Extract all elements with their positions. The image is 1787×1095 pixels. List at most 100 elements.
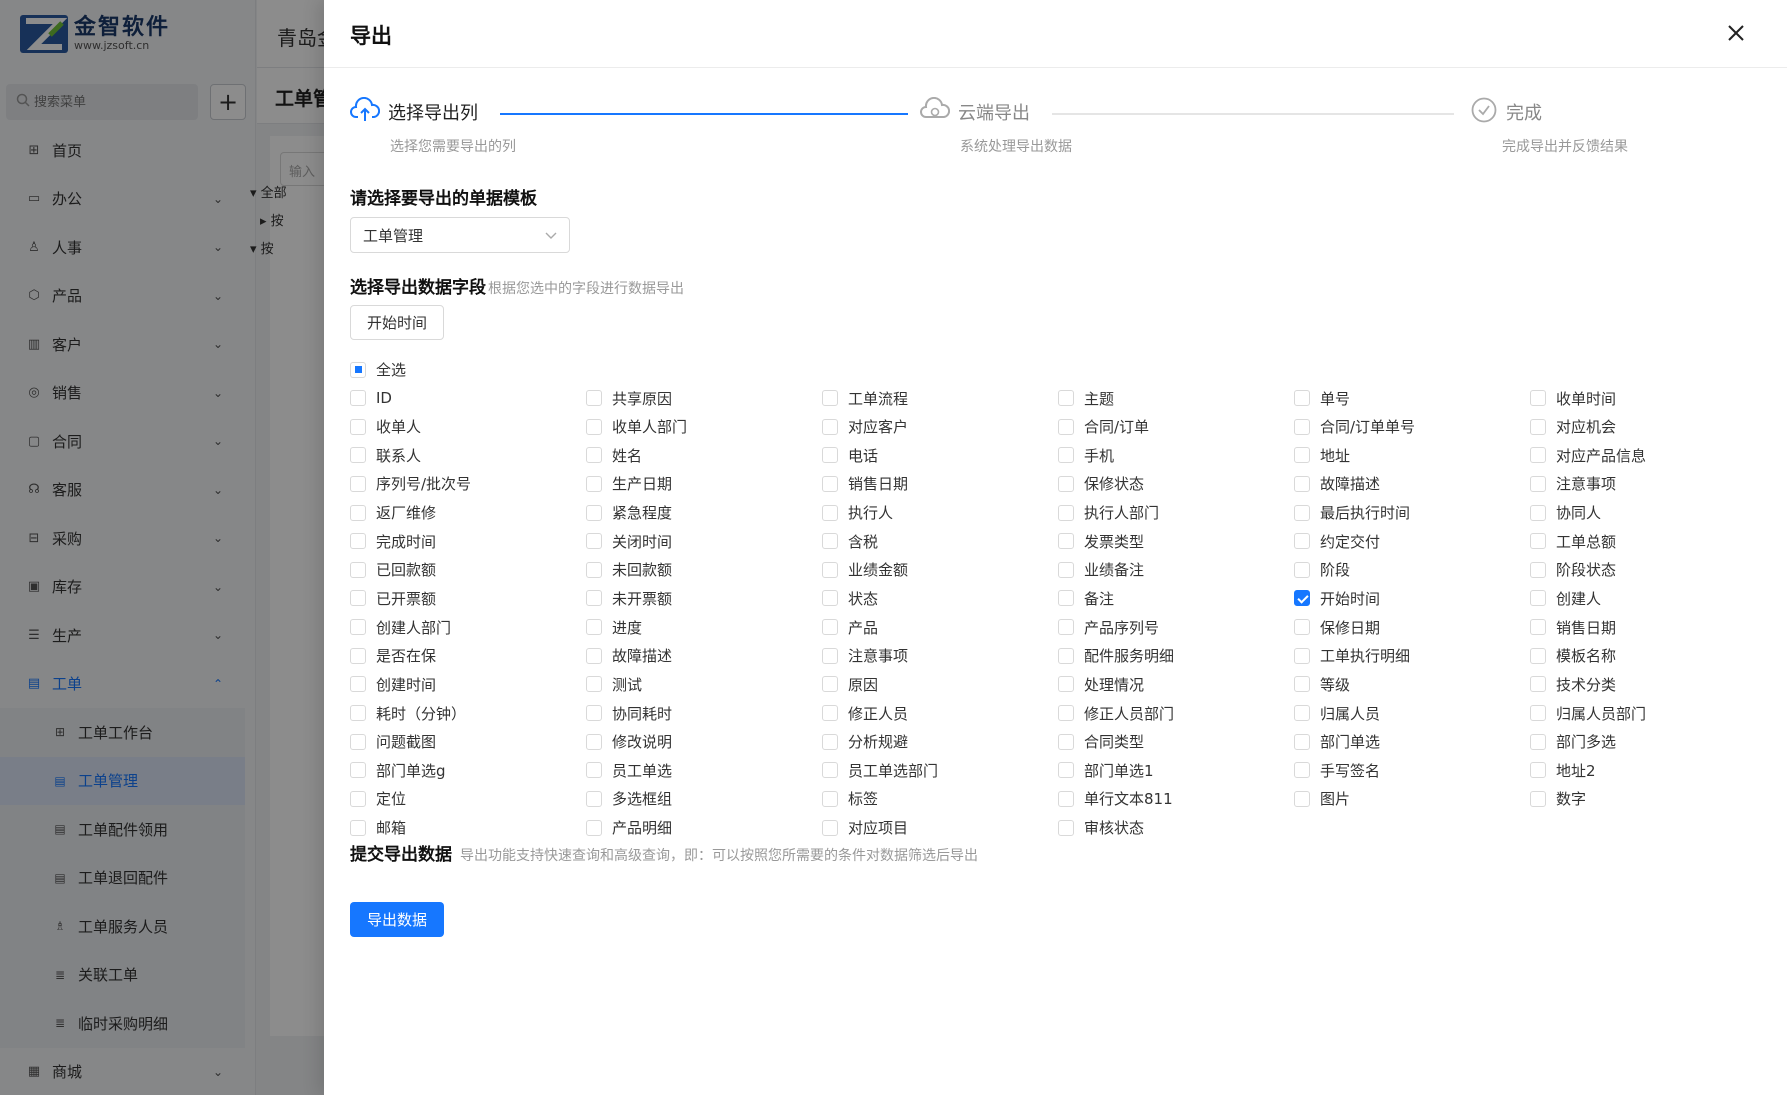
field-checkbox-item[interactable]: 修改说明 xyxy=(586,728,822,756)
checkbox[interactable] xyxy=(1058,705,1074,722)
field-checkbox-item[interactable]: 手机 xyxy=(1058,441,1294,469)
checkbox[interactable] xyxy=(586,418,602,435)
field-checkbox-item[interactable]: 地址 xyxy=(1294,441,1530,469)
field-checkbox-item[interactable]: 修正人员部门 xyxy=(1058,699,1294,727)
field-checkbox-item[interactable]: 进度 xyxy=(586,613,822,641)
checkbox[interactable] xyxy=(1294,475,1310,492)
checkbox[interactable] xyxy=(350,790,366,807)
field-checkbox-item[interactable]: 修正人员 xyxy=(822,699,1058,727)
field-checkbox-item[interactable]: 对应产品信息 xyxy=(1530,441,1766,469)
field-checkbox-item[interactable]: 合同/订单 xyxy=(1058,413,1294,441)
field-checkbox-item[interactable]: 共享原因 xyxy=(586,384,822,412)
field-checkbox-item[interactable]: 未开票额 xyxy=(586,584,822,612)
field-checkbox-item[interactable]: 部门单选g xyxy=(350,756,586,784)
checkbox[interactable] xyxy=(1294,705,1310,722)
field-checkbox-item[interactable]: 技术分类 xyxy=(1530,670,1766,698)
selected-field-tag[interactable]: 开始时间 xyxy=(350,305,445,340)
checkbox[interactable] xyxy=(586,390,602,406)
checkbox[interactable] xyxy=(586,819,602,836)
field-checkbox-item[interactable]: 部门单选 xyxy=(1294,728,1530,756)
field-checkbox-item[interactable]: 对应机会 xyxy=(1530,413,1766,441)
field-checkbox-item[interactable]: 邮箱 xyxy=(350,814,586,842)
checkbox[interactable] xyxy=(586,762,602,779)
checkbox[interactable] xyxy=(1294,533,1310,550)
field-checkbox-item[interactable]: 部门多选 xyxy=(1530,728,1766,756)
checkbox[interactable] xyxy=(822,647,838,664)
checkbox[interactable] xyxy=(1058,790,1074,807)
checkbox[interactable] xyxy=(822,790,838,807)
field-checkbox-item[interactable]: 生产日期 xyxy=(586,470,822,498)
select-all-checkbox[interactable]: 全选 xyxy=(350,359,406,380)
field-checkbox-item[interactable]: 约定交付 xyxy=(1294,527,1530,555)
field-checkbox-item[interactable]: 开始时间 xyxy=(1294,584,1530,612)
field-checkbox-item[interactable]: 定位 xyxy=(350,785,586,813)
checkbox[interactable] xyxy=(350,819,366,836)
field-checkbox-item[interactable]: 合同类型 xyxy=(1058,728,1294,756)
field-checkbox-item[interactable]: 执行人 xyxy=(822,499,1058,527)
field-checkbox-item[interactable]: 审核状态 xyxy=(1058,814,1294,842)
checkbox[interactable] xyxy=(822,762,838,779)
checkbox[interactable] xyxy=(586,475,602,492)
field-checkbox-item[interactable]: 工单执行明细 xyxy=(1294,642,1530,670)
checkbox[interactable] xyxy=(1530,676,1546,693)
checkbox[interactable] xyxy=(822,705,838,722)
checkbox[interactable] xyxy=(1294,447,1310,464)
checkbox[interactable] xyxy=(1294,619,1310,636)
checkbox[interactable] xyxy=(822,590,838,607)
field-checkbox-item[interactable]: 员工单选 xyxy=(586,756,822,784)
checkbox[interactable] xyxy=(586,733,602,750)
checkbox[interactable] xyxy=(1058,762,1074,779)
checkbox[interactable] xyxy=(1294,733,1310,750)
field-checkbox-item[interactable]: 数字 xyxy=(1530,785,1766,813)
checkbox[interactable] xyxy=(1530,619,1546,636)
checkbox[interactable] xyxy=(1058,533,1074,550)
field-checkbox-item[interactable]: 主题 xyxy=(1058,384,1294,412)
field-checkbox-item[interactable]: 业绩金额 xyxy=(822,556,1058,584)
checkbox[interactable] xyxy=(586,705,602,722)
checkbox[interactable] xyxy=(1294,790,1310,807)
field-checkbox-item[interactable]: 创建时间 xyxy=(350,670,586,698)
checkbox[interactable] xyxy=(822,504,838,521)
checkbox[interactable] xyxy=(1530,561,1546,578)
field-checkbox-item[interactable]: 保修日期 xyxy=(1294,613,1530,641)
checkbox[interactable] xyxy=(1294,390,1310,406)
checkbox[interactable] xyxy=(1058,819,1074,836)
checkbox[interactable] xyxy=(586,790,602,807)
field-checkbox-item[interactable]: 员工单选部门 xyxy=(822,756,1058,784)
field-checkbox-item[interactable]: 单行文本811 xyxy=(1058,785,1294,813)
field-checkbox-item[interactable]: 是否在保 xyxy=(350,642,586,670)
field-checkbox-item[interactable]: 收单人 xyxy=(350,413,586,441)
checkbox[interactable] xyxy=(1530,790,1546,807)
checkbox[interactable] xyxy=(1294,762,1310,779)
checkbox[interactable] xyxy=(1530,447,1546,464)
field-checkbox-item[interactable]: 返厂维修 xyxy=(350,499,586,527)
checkbox[interactable] xyxy=(586,504,602,521)
field-checkbox-item[interactable]: 创建人 xyxy=(1530,584,1766,612)
checkbox[interactable] xyxy=(586,447,602,464)
checkbox[interactable] xyxy=(1058,733,1074,750)
field-checkbox-item[interactable]: 地址2 xyxy=(1530,756,1766,784)
close-button[interactable] xyxy=(1721,18,1751,48)
checkbox[interactable] xyxy=(1530,418,1546,435)
checkbox[interactable] xyxy=(350,590,366,607)
field-checkbox-item[interactable]: 处理情况 xyxy=(1058,670,1294,698)
checkbox[interactable] xyxy=(1530,762,1546,779)
field-checkbox-item[interactable]: 销售日期 xyxy=(822,470,1058,498)
field-checkbox-item[interactable]: 测试 xyxy=(586,670,822,698)
field-checkbox-item[interactable]: 已回款额 xyxy=(350,556,586,584)
field-checkbox-item[interactable]: 注意事项 xyxy=(1530,470,1766,498)
checkbox[interactable] xyxy=(1530,504,1546,521)
checkbox[interactable] xyxy=(1294,590,1310,607)
checkbox[interactable] xyxy=(1294,676,1310,693)
export-data-button[interactable]: 导出数据 xyxy=(350,902,445,937)
field-checkbox-item[interactable]: 问题截图 xyxy=(350,728,586,756)
field-checkbox-item[interactable]: 执行人部门 xyxy=(1058,499,1294,527)
field-checkbox-item[interactable]: 电话 xyxy=(822,441,1058,469)
checkbox[interactable] xyxy=(1058,447,1074,464)
checkbox[interactable] xyxy=(1530,590,1546,607)
checkbox[interactable] xyxy=(822,561,838,578)
checkbox[interactable] xyxy=(822,819,838,836)
field-checkbox-item[interactable]: 耗时（分钟） xyxy=(350,699,586,727)
field-checkbox-item[interactable]: 原因 xyxy=(822,670,1058,698)
checkbox[interactable] xyxy=(1294,561,1310,578)
